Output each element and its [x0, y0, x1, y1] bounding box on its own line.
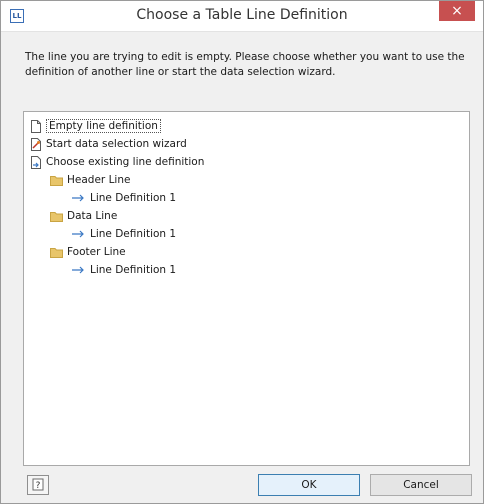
cancel-button[interactable]: Cancel: [370, 474, 472, 496]
tree-item-label: Data Line: [67, 210, 118, 222]
folder-icon: [50, 175, 63, 186]
tree-item-header-line[interactable]: Header Line: [50, 172, 130, 188]
ok-button[interactable]: OK: [258, 474, 360, 496]
tree-item-label: Line Definition 1: [90, 228, 177, 240]
tree-item-empty-line-definition[interactable]: Empty line definition: [30, 118, 161, 134]
tree-item-label: Footer Line: [67, 246, 126, 258]
tree-item-start-wizard[interactable]: Start data selection wizard: [30, 136, 187, 152]
tree-item-label: Start data selection wizard: [46, 138, 187, 150]
tree-item-footer-line-definition[interactable]: Line Definition 1: [72, 262, 176, 278]
document-arrow-icon: [31, 155, 41, 169]
help-button[interactable]: ?: [27, 475, 49, 495]
folder-icon: [50, 211, 63, 222]
tree-item-data-line[interactable]: Data Line: [50, 208, 117, 224]
dialog-window: LL Choose a Table Line Definition × The …: [0, 0, 484, 504]
dialog-title: Choose a Table Line Definition: [136, 7, 348, 23]
svg-text:?: ?: [36, 481, 41, 491]
tree-item-label: Choose existing line definition: [46, 156, 205, 168]
wizard-icon: [31, 137, 41, 151]
tree-item-label: Line Definition 1: [90, 192, 177, 204]
tree-item-choose-existing[interactable]: Choose existing line definition: [30, 154, 204, 170]
arrow-icon: [72, 266, 84, 274]
tree-item-data-line-definition[interactable]: Line Definition 1: [72, 226, 176, 242]
app-icon: LL: [10, 9, 24, 23]
folder-icon: [50, 247, 63, 258]
arrow-icon: [72, 194, 84, 202]
tree-item-label: Line Definition 1: [90, 264, 177, 276]
arrow-icon: [72, 230, 84, 238]
tree-item-label: Empty line definition: [46, 119, 161, 133]
close-button[interactable]: ×: [439, 1, 475, 21]
option-tree[interactable]: Empty line definition Start data selecti…: [23, 111, 470, 466]
tree-item-header-line-definition[interactable]: Line Definition 1: [72, 190, 176, 206]
tree-item-label: Header Line: [67, 174, 131, 186]
instruction-text: The line you are trying to edit is empty…: [25, 51, 465, 78]
tree-item-footer-line[interactable]: Footer Line: [50, 244, 126, 260]
title-bar[interactable]: LL Choose a Table Line Definition ×: [1, 1, 483, 32]
blank-document-icon: [31, 119, 41, 133]
help-icon: ?: [32, 478, 44, 491]
